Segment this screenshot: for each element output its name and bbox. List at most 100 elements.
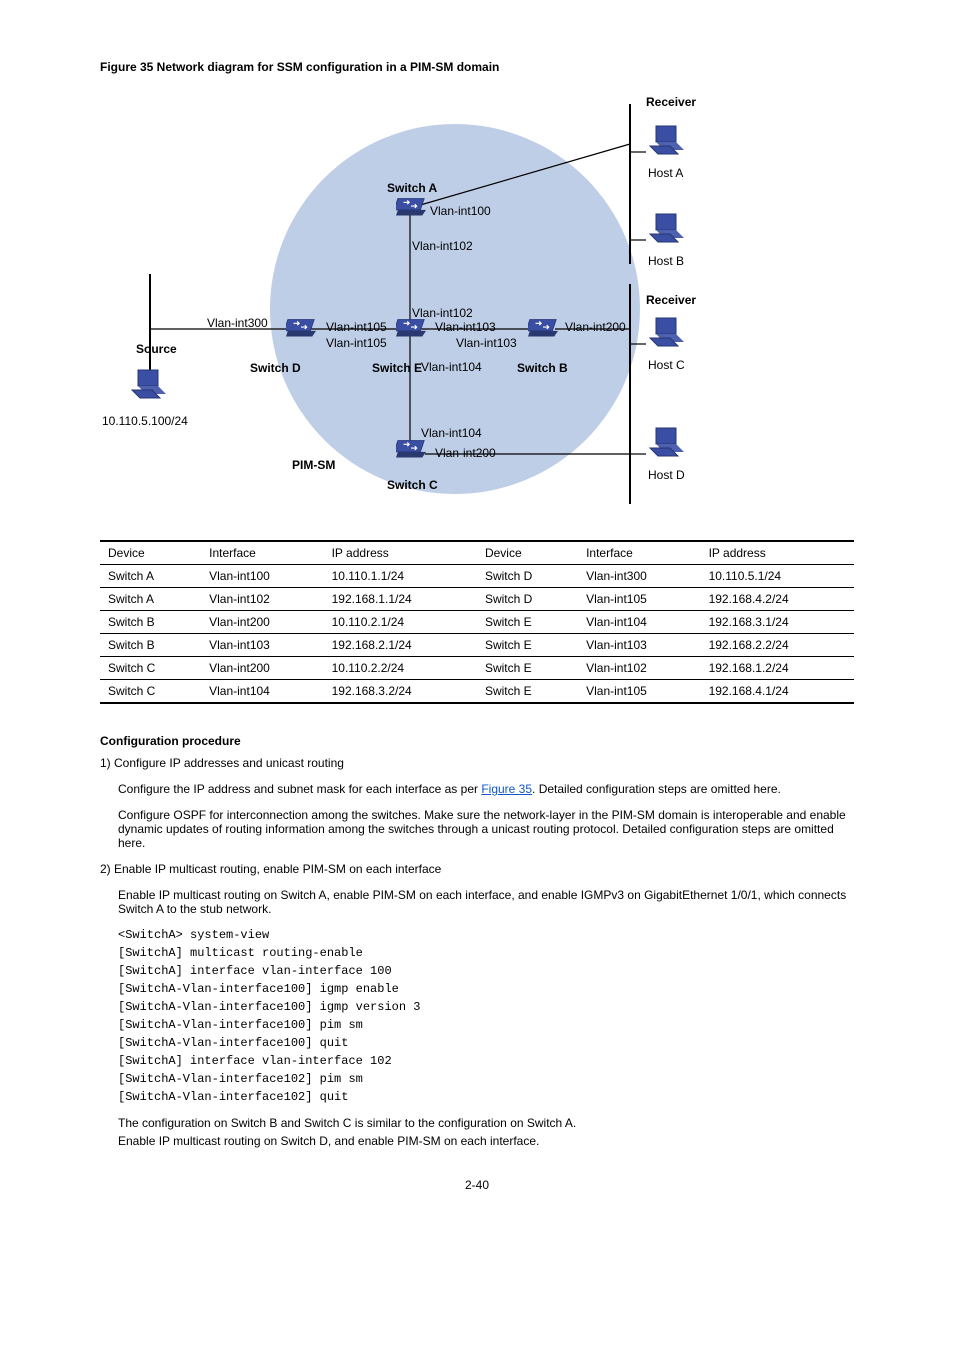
step-1: 1) Configure IP addresses and unicast ro…	[118, 756, 854, 770]
step-1-desc-2: Configure OSPF for interconnection among…	[118, 808, 854, 850]
switch-d-label: Switch D	[250, 361, 301, 375]
switch-b-icon	[528, 317, 558, 339]
table-cell: Switch E	[477, 680, 578, 704]
table-cell: 192.168.2.1/24	[324, 634, 477, 657]
table-cell: Vlan-int103	[578, 634, 700, 657]
table-cell: 192.168.4.1/24	[701, 680, 854, 704]
page-number: 2-40	[100, 1178, 854, 1192]
table-cell: Vlan-int105	[578, 588, 700, 611]
table-row: Switch AVlan-int102192.168.1.1/24Switch …	[100, 588, 854, 611]
command-block: <SwitchA> system-view [SwitchA] multicas…	[118, 928, 854, 1104]
table-cell: 10.110.1.1/24	[324, 565, 477, 588]
cmd-3: [SwitchA] interface vlan-interface 100	[118, 964, 854, 978]
table-cell: 10.110.2.1/24	[324, 611, 477, 634]
table-cell: 10.110.2.2/24	[324, 657, 477, 680]
network-diagram: Receiver Host A Host B Receiver Host C H…	[100, 84, 850, 524]
source-icon	[130, 368, 170, 404]
interface-table: Device Interface IP address Device Inter…	[100, 540, 854, 704]
vlan-int200-b-label: Vlan-int200	[565, 320, 626, 334]
source-ip-label: 10.110.5.100/24	[102, 414, 188, 428]
step-1-desc-1: Configure the IP address and subnet mask…	[118, 782, 854, 796]
step-2: 2) Enable IP multicast routing, enable P…	[118, 862, 854, 876]
body-content: Configuration procedure 1) Configure IP …	[100, 734, 854, 1192]
table-cell: Switch D	[477, 565, 578, 588]
table-row: Switch CVlan-int104192.168.3.2/24Switch …	[100, 680, 854, 704]
col-ip2: IP address	[701, 541, 854, 565]
table-cell: 192.168.3.1/24	[701, 611, 854, 634]
vlan-int102-a-label: Vlan-int102	[412, 239, 473, 253]
host-a-label: Host A	[648, 166, 683, 180]
host-d-icon	[648, 426, 688, 462]
switch-a-icon	[396, 196, 426, 218]
switch-d-icon	[286, 317, 316, 339]
table-cell: Switch A	[100, 565, 201, 588]
table-cell: Vlan-int103	[201, 634, 323, 657]
vlan-int104-c-label: Vlan-int104	[421, 426, 482, 440]
switch-e-icon	[396, 317, 426, 339]
vlan-int200-c-label: Vlan-int200	[435, 446, 496, 460]
receiver-label: Receiver	[646, 95, 696, 109]
note-2: Enable IP multicast routing on Switch D,…	[118, 1134, 854, 1148]
figure-link[interactable]: Figure 35	[481, 782, 532, 796]
table-cell: Vlan-int300	[578, 565, 700, 588]
cmd-8: [SwitchA] interface vlan-interface 102	[118, 1054, 854, 1068]
table-cell: 192.168.1.1/24	[324, 588, 477, 611]
col-interface2: Interface	[578, 541, 700, 565]
step-2-desc: Enable IP multicast routing on Switch A,…	[118, 888, 854, 916]
table-cell: Vlan-int200	[201, 657, 323, 680]
cmd-10: [SwitchA-Vlan-interface102] quit	[118, 1090, 854, 1104]
table-cell: Switch B	[100, 611, 201, 634]
procedure-title: Configuration procedure	[100, 734, 854, 748]
table-cell: 10.110.5.1/24	[701, 565, 854, 588]
note-1: The configuration on Switch B and Switch…	[118, 1116, 854, 1130]
switch-b-label: Switch B	[517, 361, 568, 375]
table-cell: Vlan-int105	[578, 680, 700, 704]
cmd-5: [SwitchA-Vlan-interface100] igmp version…	[118, 1000, 854, 1014]
table-cell: Switch B	[100, 634, 201, 657]
receiver-label-2: Receiver	[646, 293, 696, 307]
table-cell: Vlan-int102	[201, 588, 323, 611]
host-b-icon	[648, 212, 688, 248]
table-row: Switch BVlan-int103192.168.2.1/24Switch …	[100, 634, 854, 657]
cmd-1: <SwitchA> system-view	[118, 928, 854, 942]
pim-sm-label: PIM-SM	[292, 458, 335, 472]
cmd-2: [SwitchA] multicast routing-enable	[118, 946, 854, 960]
table-cell: Switch C	[100, 680, 201, 704]
cmd-9: [SwitchA-Vlan-interface102] pim sm	[118, 1072, 854, 1086]
table-cell: Vlan-int102	[578, 657, 700, 680]
table-cell: Switch D	[477, 588, 578, 611]
host-c-label: Host C	[648, 358, 685, 372]
host-d-label: Host D	[648, 468, 685, 482]
table-cell: 192.168.4.2/24	[701, 588, 854, 611]
table-cell: Switch E	[477, 657, 578, 680]
cmd-6: [SwitchA-Vlan-interface100] pim sm	[118, 1018, 854, 1032]
table-cell: Switch A	[100, 588, 201, 611]
vlan-int100-label: Vlan-int100	[430, 204, 491, 218]
table-cell: 192.168.3.2/24	[324, 680, 477, 704]
col-interface: Interface	[201, 541, 323, 565]
vlan-int102-e-label: Vlan-int102	[412, 306, 473, 320]
table-cell: Vlan-int104	[201, 680, 323, 704]
col-ip: IP address	[324, 541, 477, 565]
figure-caption: Figure 35 Network diagram for SSM config…	[100, 60, 854, 74]
host-c-icon	[648, 316, 688, 352]
vlan-int300-label: Vlan-int300	[207, 316, 268, 330]
table-row: Switch CVlan-int20010.110.2.2/24Switch E…	[100, 657, 854, 680]
source-label: Source	[136, 342, 177, 356]
table-cell: Switch E	[477, 634, 578, 657]
cmd-7: [SwitchA-Vlan-interface100] quit	[118, 1036, 854, 1050]
table-cell: Switch C	[100, 657, 201, 680]
col-device: Device	[100, 541, 201, 565]
switch-c-icon	[396, 438, 426, 460]
vlan-int104-e-label: Vlan-int104	[421, 360, 482, 374]
table-row: Switch AVlan-int10010.110.1.1/24Switch D…	[100, 565, 854, 588]
switch-a-label: Switch A	[387, 181, 437, 195]
table-cell: Switch E	[477, 611, 578, 634]
table-cell: 192.168.2.2/24	[701, 634, 854, 657]
table-cell: Vlan-int104	[578, 611, 700, 634]
table-cell: 192.168.1.2/24	[701, 657, 854, 680]
vlan-int105-e-label: Vlan-int105	[326, 336, 387, 350]
vlan-int103-e-label: Vlan-int103	[435, 320, 496, 334]
switch-e-label: Switch E	[372, 361, 422, 375]
table-cell: Vlan-int100	[201, 565, 323, 588]
